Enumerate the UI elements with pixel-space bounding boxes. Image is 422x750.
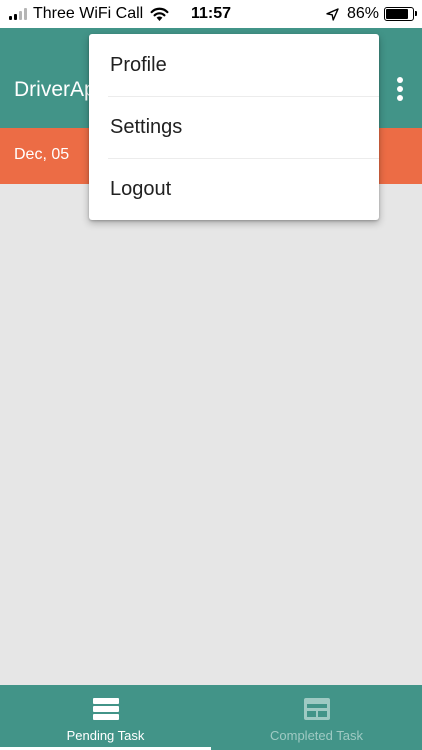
tab-pending-task[interactable]: Pending Task (0, 685, 211, 750)
task-list-area (0, 184, 422, 685)
status-right: 86% (326, 5, 417, 23)
tab-label-completed: Completed Task (270, 728, 363, 743)
list-icon (93, 698, 119, 720)
more-vertical-icon[interactable] (390, 74, 410, 104)
tab-completed-task[interactable]: Completed Task (211, 685, 422, 750)
tab-label-pending: Pending Task (66, 728, 145, 743)
bottom-navigation: Pending Task Completed Task (0, 685, 422, 750)
battery-icon (384, 7, 417, 21)
overflow-menu: Profile Settings Logout (89, 34, 379, 220)
location-arrow-icon (326, 7, 339, 21)
menu-item-settings[interactable]: Settings (89, 96, 379, 158)
completed-list-icon (304, 698, 330, 720)
battery-fill (386, 9, 409, 19)
date-label: Dec, 05 (14, 146, 70, 163)
status-bar: Three WiFi Call 11:57 86% (0, 0, 422, 28)
menu-item-logout[interactable]: Logout (89, 158, 379, 220)
battery-percentage: 86% (346, 5, 379, 22)
menu-item-profile[interactable]: Profile (89, 34, 379, 96)
